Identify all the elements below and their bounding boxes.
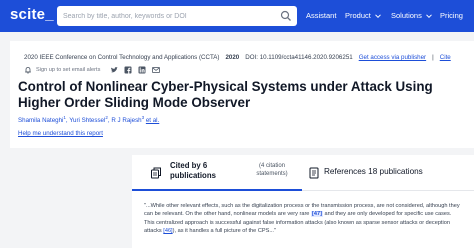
nav-pricing[interactable]: Pricing xyxy=(440,11,463,20)
nav-solutions[interactable]: Solutions xyxy=(391,11,433,20)
references-count: References 18 publications xyxy=(324,167,423,176)
help-understand-link[interactable]: Help me understand this report xyxy=(18,130,103,137)
publication-year: 2020 xyxy=(225,54,240,61)
email-icon[interactable] xyxy=(152,66,161,74)
cite-link[interactable]: Cite xyxy=(440,54,451,61)
facebook-icon[interactable] xyxy=(124,66,132,74)
references-icon xyxy=(309,167,319,179)
chevron-down-icon xyxy=(375,13,381,18)
tab-references[interactable]: References 18 publications xyxy=(302,155,474,191)
search-input[interactable] xyxy=(63,8,273,24)
email-alerts-link[interactable]: Sign up to set email alerts xyxy=(36,67,100,73)
et-al-link[interactable]: et al. xyxy=(146,117,159,124)
doi[interactable]: DOI: 10.1109/ccta41146.2020.9206251 xyxy=(245,54,352,61)
cited-by-count: Cited by 6 publications xyxy=(170,161,216,180)
separator: | xyxy=(432,54,434,61)
citation-statements-count: (4 citation statements) xyxy=(256,163,288,177)
author-list: Shamila Nateghi1, Yuri Shtessel2, R J Ra… xyxy=(18,115,160,125)
twitter-icon[interactable] xyxy=(110,66,119,74)
conference-name: 2020 IEEE Conference on Control Technolo… xyxy=(24,54,220,61)
search-box[interactable] xyxy=(57,6,297,26)
citation-statement: "...While other relevant effects, such a… xyxy=(144,202,462,236)
nav-product[interactable]: Product xyxy=(345,11,382,20)
nav-assistant-label: Assistant xyxy=(306,11,337,20)
nav-product-label: Product xyxy=(345,11,371,20)
bell-icon[interactable] xyxy=(24,66,32,74)
top-navigation-bar: scite_ Assistant Product Solutions Prici… xyxy=(0,0,474,32)
nav-pricing-label: Pricing xyxy=(440,11,463,20)
citation-text: ), as it handles a full picture of the C… xyxy=(172,228,276,235)
alert-row: Sign up to set email alerts xyxy=(24,66,161,74)
tab-cited-by[interactable]: Cited by 6 publications (4 citation stat… xyxy=(132,155,302,191)
author-link[interactable]: Yuri Shtessel2 xyxy=(69,115,108,124)
citations-panel: Cited by 6 publications (4 citation stat… xyxy=(132,155,474,248)
search-icon[interactable] xyxy=(280,10,292,22)
get-access-link[interactable]: Get access via publisher xyxy=(359,54,426,61)
scite-logo[interactable]: scite_ xyxy=(10,6,54,23)
paper-header-card: 2020 IEEE Conference on Control Technolo… xyxy=(10,41,474,148)
cited-by-icon xyxy=(151,167,161,179)
reference-marker[interactable]: [46] xyxy=(163,228,172,234)
chevron-down-icon xyxy=(426,13,432,18)
author-link[interactable]: Shamila Nateghi1 xyxy=(18,115,66,124)
paper-title: Control of Nonlinear Cyber-Physical Syst… xyxy=(18,79,433,110)
publication-info: 2020 IEEE Conference on Control Technolo… xyxy=(24,54,451,61)
share-icons xyxy=(110,66,161,74)
nav-solutions-label: Solutions xyxy=(391,11,422,20)
reference-marker[interactable]: [47] xyxy=(310,211,323,218)
linkedin-icon[interactable] xyxy=(138,66,146,74)
nav-assistant[interactable]: Assistant xyxy=(306,11,336,20)
author-link[interactable]: R J Rajesh3 xyxy=(111,115,144,124)
